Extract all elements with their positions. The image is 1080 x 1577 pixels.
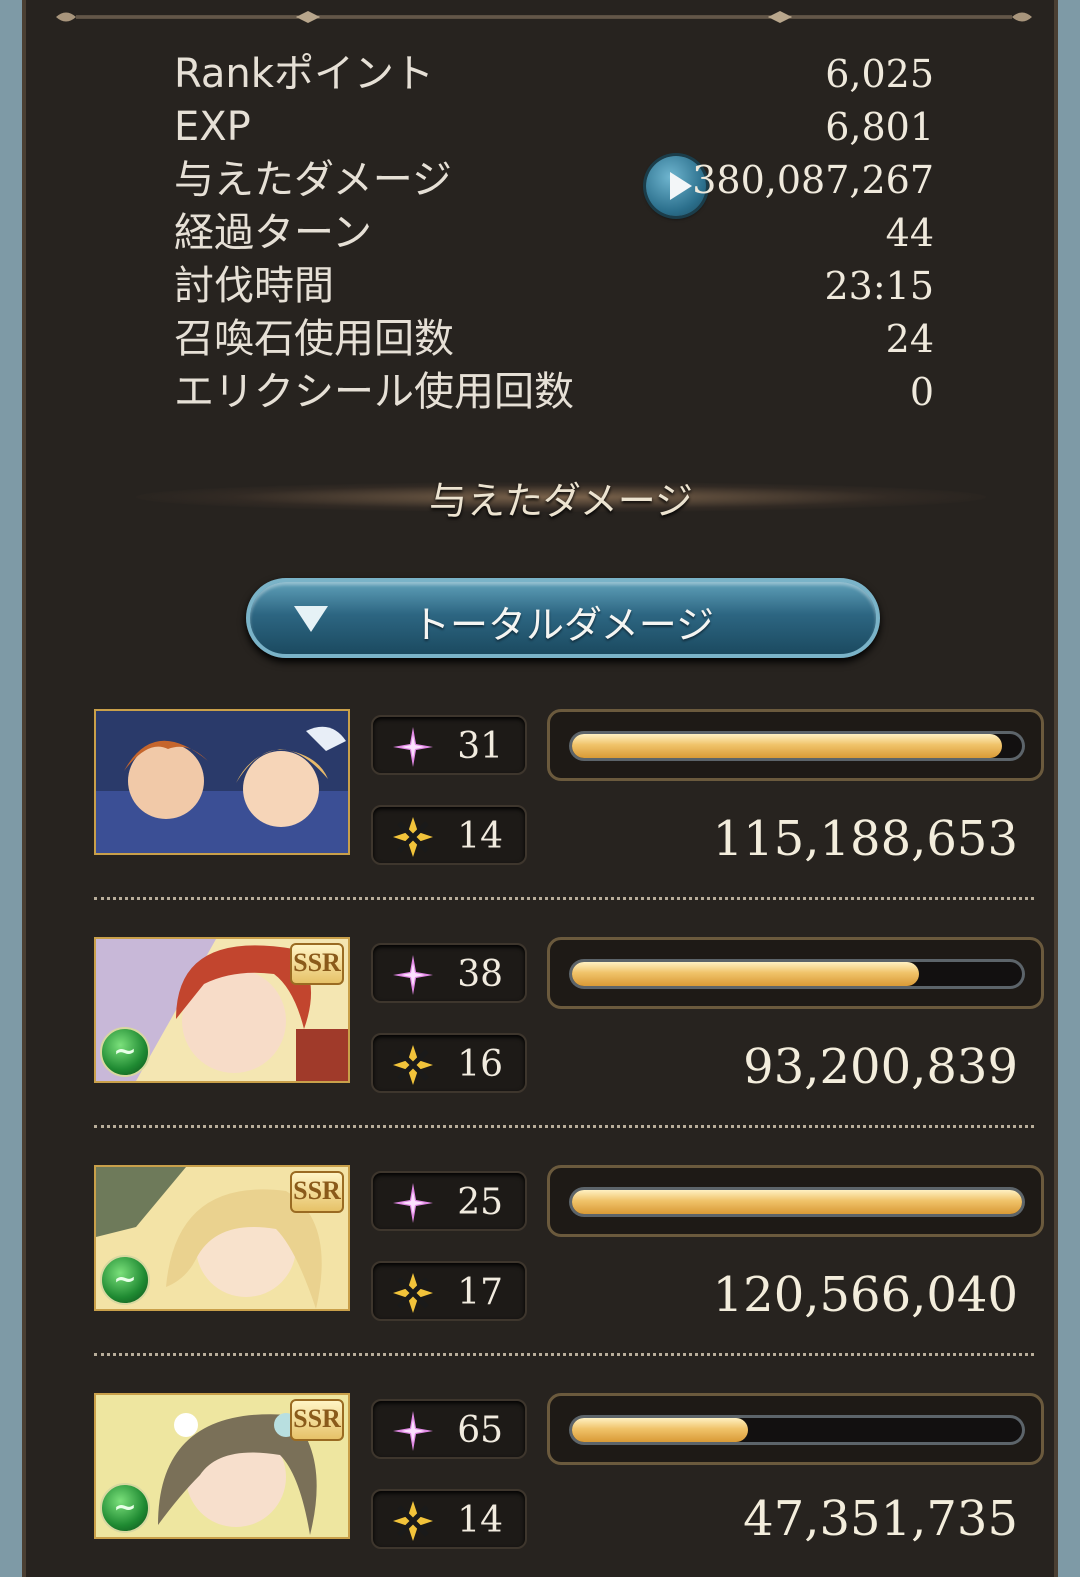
stat-row-battle-time: 討伐時間 23:15 <box>174 260 934 313</box>
stat-value: 44 <box>885 211 934 255</box>
stat-row-elixir-uses: エリクシール使用回数 0 <box>174 366 934 419</box>
dropdown-selected-label: トータルダメージ <box>411 603 715 647</box>
skill-count: 14 <box>457 1500 503 1541</box>
crossed-swords-icon <box>393 1273 433 1313</box>
ougi-count: 31 <box>457 726 503 767</box>
damage-type-dropdown[interactable]: トータルダメージ <box>246 578 880 658</box>
damage-bar-track <box>572 734 1022 758</box>
skill-count: 14 <box>457 816 503 857</box>
ougi-count: 38 <box>457 954 503 995</box>
stat-row-summon-uses: 召喚石使用回数 24 <box>174 313 934 366</box>
stat-value: 380,087,267 <box>692 158 934 202</box>
stat-label: 経過ターン <box>174 210 372 256</box>
stat-label: EXP <box>174 104 251 150</box>
ougi-star-icon <box>393 727 433 767</box>
ougi-count: 65 <box>457 1410 503 1451</box>
damage-bar <box>547 937 1044 1009</box>
row-divider <box>94 1353 1034 1356</box>
stat-row-damage-dealt: 与えたダメージ 380,087,267 <box>174 154 934 216</box>
damage-bar-fill <box>572 734 1002 758</box>
skill-count-pill: 17 <box>371 1261 527 1321</box>
row-divider <box>94 1125 1034 1128</box>
damage-value: 93,200,839 <box>743 1039 1018 1095</box>
result-stats: Rankポイント 6,025 EXP 6,801 与えたダメージ 380,087… <box>174 48 934 419</box>
damage-value: 115,188,653 <box>712 811 1018 867</box>
skill-count: 17 <box>457 1272 503 1313</box>
result-panel: Rankポイント 6,025 EXP 6,801 与えたダメージ 380,087… <box>22 0 1058 1577</box>
stat-label: 与えたダメージ <box>174 157 452 203</box>
damage-bar-fill <box>572 1190 1022 1214</box>
character-portrait[interactable] <box>94 709 350 855</box>
damage-bar <box>547 709 1044 781</box>
skill-count-pill: 14 <box>371 1489 527 1549</box>
character-portrait[interactable]: SSR ~ <box>94 1165 350 1311</box>
crossed-swords-icon <box>393 817 433 857</box>
ougi-count-pill: 25 <box>371 1171 527 1231</box>
damage-value: 47,351,735 <box>743 1491 1018 1547</box>
damage-bar-track <box>572 1418 1022 1442</box>
stat-row-exp: EXP 6,801 <box>174 101 934 154</box>
stat-value: 6,025 <box>825 52 934 96</box>
stat-value: 24 <box>885 317 934 361</box>
ougi-count: 25 <box>457 1182 503 1223</box>
stat-label: 討伐時間 <box>174 263 334 309</box>
ougi-count-pill: 31 <box>371 715 527 775</box>
damage-bar-fill <box>572 962 919 986</box>
ougi-star-icon <box>393 1183 433 1223</box>
skill-count: 16 <box>457 1044 503 1085</box>
ssr-rarity-badge: SSR <box>290 1399 344 1441</box>
damage-bar-track <box>572 1190 1022 1214</box>
ougi-star-icon <box>393 1411 433 1451</box>
wind-element-icon: ~ <box>100 1027 150 1077</box>
character-portrait[interactable]: SSR ~ <box>94 937 350 1083</box>
character-portrait[interactable]: SSR ~ <box>94 1393 350 1539</box>
stat-label: 召喚石使用回数 <box>174 316 454 362</box>
skill-count-pill: 16 <box>371 1033 527 1093</box>
damage-section-header: 与えたダメージ <box>136 468 986 528</box>
stat-label: Rankポイント <box>174 51 434 97</box>
damage-bar <box>547 1165 1044 1237</box>
stat-row-rank-points: Rankポイント 6,025 <box>174 48 934 101</box>
stat-value: 0 <box>909 370 934 414</box>
wind-element-icon: ~ <box>100 1255 150 1305</box>
crossed-swords-icon <box>393 1501 433 1541</box>
stat-row-turns: 経過ターン 44 <box>174 207 934 260</box>
ssr-rarity-badge: SSR <box>290 943 344 985</box>
damage-bar-fill <box>572 1418 748 1442</box>
stat-value: 6,801 <box>825 105 934 149</box>
character-row: SSR ~ 25 17 120,566,040 <box>94 1165 1044 1341</box>
stat-label: エリクシール使用回数 <box>174 369 574 415</box>
ougi-star-icon <box>393 955 433 995</box>
damage-bar <box>547 1393 1044 1465</box>
portrait-image <box>96 711 348 853</box>
character-row: 31 14 115,188,653 <box>94 709 1044 885</box>
character-row: SSR ~ 65 14 47,351,735 <box>94 1393 1044 1569</box>
section-heading: 与えたダメージ <box>428 479 694 523</box>
wind-element-icon: ~ <box>100 1483 150 1533</box>
top-ornament <box>56 11 1032 23</box>
ougi-count-pill: 38 <box>371 943 527 1003</box>
row-divider <box>94 897 1034 900</box>
stat-value: 23:15 <box>824 264 934 308</box>
ougi-count-pill: 65 <box>371 1399 527 1459</box>
crossed-swords-icon <box>393 1045 433 1085</box>
damage-bar-track <box>572 962 1022 986</box>
ssr-rarity-badge: SSR <box>290 1171 344 1213</box>
skill-count-pill: 14 <box>371 805 527 865</box>
damage-value: 120,566,040 <box>712 1267 1018 1323</box>
character-row: SSR ~ 38 16 93,200,839 <box>94 937 1044 1113</box>
